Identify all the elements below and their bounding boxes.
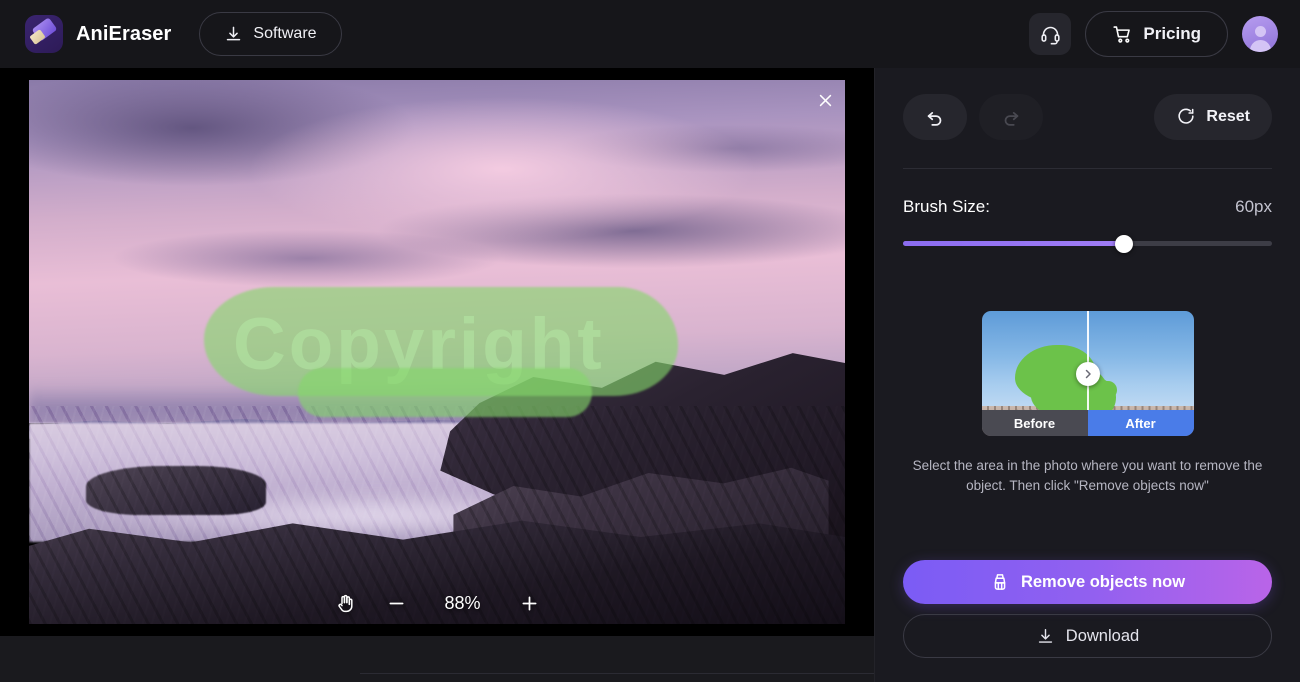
close-image-button[interactable]	[811, 86, 839, 114]
download-icon	[1036, 627, 1055, 646]
brush-size-row: Brush Size: 60px	[903, 197, 1272, 217]
aniaeraser-app: AniEraser Software Pricing 88% Reset Bru…	[0, 0, 1300, 682]
reset-label: Reset	[1206, 108, 1250, 125]
pricing-label: Pricing	[1143, 24, 1201, 43]
support-button[interactable]	[1029, 13, 1072, 55]
zoom-out-button[interactable]	[386, 593, 407, 614]
redo-button[interactable]	[979, 94, 1043, 140]
aniaeraser-logo-icon	[25, 15, 63, 53]
slider-fill	[903, 241, 1125, 246]
editor-canvas-area[interactable]: Copyright	[0, 68, 874, 636]
close-icon	[817, 92, 834, 109]
slider-handle[interactable]	[1115, 235, 1134, 253]
photo-preview[interactable]: Copyright	[29, 80, 845, 624]
preview-labels: Before After	[981, 410, 1194, 436]
download-button[interactable]: Download	[903, 614, 1272, 658]
brush-size-slider[interactable]	[903, 235, 1272, 253]
software-button[interactable]: Software	[199, 12, 342, 56]
headset-icon	[1040, 24, 1061, 45]
remove-objects-label: Remove objects now	[1020, 572, 1186, 591]
reset-circular-arrow-icon	[1176, 107, 1196, 127]
zoom-toolbar: 88%	[0, 593, 874, 614]
brand-name: AniEraser	[76, 22, 172, 45]
undo-icon	[924, 106, 946, 128]
software-label: Software	[253, 25, 317, 42]
before-after-preview[interactable]: Before After	[981, 311, 1194, 436]
preview-after-label: After	[1087, 410, 1194, 436]
user-avatar-icon	[1242, 16, 1278, 52]
panel-divider	[903, 168, 1272, 169]
redo-icon	[1000, 106, 1022, 128]
download-icon	[224, 25, 243, 44]
bottom-divider	[360, 673, 874, 674]
photo-rock-small	[86, 466, 266, 516]
cart-icon	[1112, 24, 1133, 45]
zoom-level-label: 88%	[444, 593, 481, 613]
reset-button[interactable]: Reset	[1154, 94, 1272, 140]
brand: AniEraser	[25, 15, 171, 53]
canvas-bottom-strip	[0, 636, 874, 682]
hand-pan-icon[interactable]	[335, 593, 356, 614]
pricing-button[interactable]: Pricing	[1085, 11, 1228, 57]
undo-button[interactable]	[903, 94, 967, 140]
download-label: Download	[1065, 626, 1140, 645]
header-actions: Pricing	[1029, 0, 1278, 68]
brush-mask-stroke-2	[298, 368, 593, 418]
tools-panel: Reset Brush Size: 60px Before After Sele…	[874, 68, 1300, 682]
history-toolbar: Reset	[903, 94, 1272, 140]
avatar[interactable]	[1242, 16, 1278, 52]
before-after-preview-wrap: Before After	[903, 311, 1272, 436]
brush-clean-icon	[990, 572, 1010, 592]
remove-objects-button[interactable]: Remove objects now	[903, 560, 1272, 604]
hint-text: Select the area in the photo where you w…	[912, 458, 1263, 493]
chevron-right-icon	[1082, 368, 1094, 380]
brush-size-value: 60px	[1235, 197, 1272, 216]
zoom-in-button[interactable]	[519, 593, 540, 614]
brush-size-label: Brush Size:	[903, 197, 990, 216]
preview-before-label: Before	[981, 410, 1088, 436]
preview-split-handle[interactable]	[1075, 361, 1100, 386]
app-header: AniEraser Software Pricing	[0, 0, 1300, 68]
